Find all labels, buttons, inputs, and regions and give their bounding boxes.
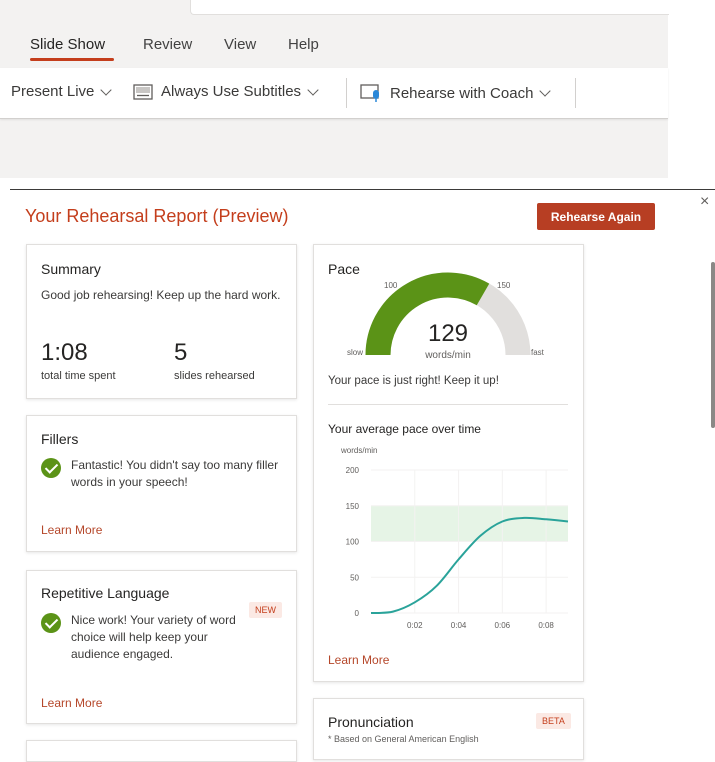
rehearse-with-coach-button[interactable]: Rehearse with Coach [360, 83, 552, 103]
present-live-button[interactable]: Present Live [11, 83, 113, 100]
gauge-label-150: 150 [497, 281, 511, 290]
fillers-message: Fantastic! You didn't say too many fille… [71, 458, 279, 489]
x-tick-label: 0:02 [407, 621, 423, 630]
pronunciation-note: * Based on General American English [328, 734, 479, 744]
fillers-card: Fillers Fantastic! You didn't say too ma… [26, 415, 297, 552]
y-tick-label: 200 [346, 466, 360, 475]
summary-card: Summary Good job rehearsing! Keep up the… [26, 244, 297, 399]
ribbon-toolbar: Present Live Always Use Subtitles Rehear… [0, 68, 668, 119]
tab-help[interactable]: Help [288, 36, 319, 53]
report-title: Your Rehearsal Report (Preview) [25, 206, 289, 226]
ribbon-top-strip [190, 0, 669, 15]
x-tick-label: 0:08 [538, 621, 554, 630]
pace-learn-more-link[interactable]: Learn More [328, 653, 389, 667]
repetitive-learn-more-link[interactable]: Learn More [41, 696, 102, 710]
pace-card: Pace 100 150 slow fast 129 words/min You… [313, 244, 584, 682]
summary-message: Good job rehearsing! Keep up the hard wo… [41, 288, 281, 302]
checkmark-icon [41, 613, 61, 633]
rehearse-coach-icon [360, 84, 379, 102]
pace-unit: words/min [424, 350, 471, 361]
pace-line-chart: 0 50 100 150 200 0:02 0:04 0:06 0:08 [346, 466, 569, 630]
fillers-learn-more-link[interactable]: Learn More [41, 523, 102, 537]
y-tick-label: 50 [350, 573, 359, 582]
x-tick-label: 0:04 [451, 621, 467, 630]
pace-value: 129 [428, 320, 468, 347]
next-card [26, 740, 297, 762]
tab-view[interactable]: View [224, 36, 256, 53]
close-icon[interactable]: × [700, 193, 709, 211]
scrollbar[interactable] [711, 262, 715, 428]
beta-badge: BETA [536, 713, 571, 729]
y-tick-label: 0 [355, 609, 360, 618]
slides-rehearsed-value: 5 [174, 339, 188, 366]
chevron-down-icon [539, 85, 552, 97]
fillers-title: Fillers [41, 431, 79, 447]
ribbon-tabs: Slide Show Review View Help [0, 26, 668, 68]
pace-chart-ylabel: words/min [341, 446, 378, 455]
new-badge: NEW [249, 602, 282, 618]
pronunciation-card: Pronunciation BETA * Based on General Am… [313, 698, 584, 760]
repetitive-language-message: Nice work! Your variety of word choice w… [71, 613, 236, 661]
pronunciation-title: Pronunciation [328, 714, 414, 730]
slides-rehearsed-label: slides rehearsed [174, 370, 255, 382]
x-tick-label: 0:06 [495, 621, 511, 630]
pace-message: Your pace is just right! Keep it up! [328, 375, 499, 387]
y-tick-label: 100 [346, 538, 360, 547]
gauge-label-slow: slow [347, 348, 363, 357]
pace-divider [328, 404, 568, 405]
rehearse-again-button[interactable]: Rehearse Again [537, 203, 655, 230]
active-tab-indicator [30, 58, 114, 61]
tab-review[interactable]: Review [143, 36, 192, 53]
pace-gauge: 100 150 slow fast 129 words/min [347, 272, 545, 361]
summary-title: Summary [41, 261, 101, 277]
repetitive-language-card: Repetitive Language NEW Nice work! Your … [26, 570, 297, 724]
chevron-down-icon [100, 83, 113, 96]
toolbar-separator [575, 78, 576, 108]
present-live-label: Present Live [11, 83, 95, 100]
y-tick-label: 150 [346, 502, 360, 511]
pace-chart-title: Your average pace over time [328, 422, 481, 436]
toolbar-separator [346, 78, 347, 108]
gauge-label-100: 100 [384, 281, 398, 290]
checkmark-icon [41, 458, 61, 478]
rehearse-coach-label: Rehearse with Coach [390, 84, 534, 102]
pane-divider [10, 189, 715, 190]
chevron-down-icon [307, 83, 319, 96]
always-use-subtitles-button[interactable]: Always Use Subtitles [133, 83, 319, 100]
gauge-label-fast: fast [531, 348, 545, 357]
subtitles-label: Always Use Subtitles [161, 83, 302, 100]
repetitive-language-title: Repetitive Language [41, 585, 170, 601]
time-spent-label: total time spent [41, 370, 116, 382]
time-spent-value: 1:08 [41, 339, 88, 366]
target-pace-band [371, 505, 568, 542]
tab-slide-show[interactable]: Slide Show [30, 36, 105, 53]
subtitles-icon [133, 83, 153, 100]
